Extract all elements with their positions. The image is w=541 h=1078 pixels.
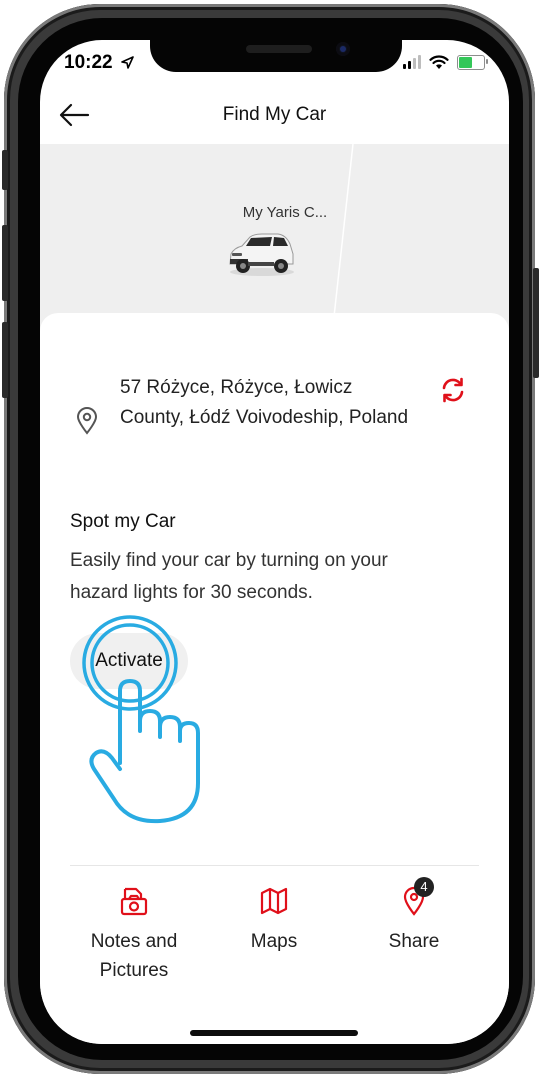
- refresh-location-button[interactable]: [438, 375, 468, 405]
- car-address: 57 Różyce, Różyce, Łowicz County, Łódź V…: [120, 377, 409, 428]
- notch: [150, 40, 402, 72]
- bottom-actions: Notes and Pictures Maps 4 Share: [40, 877, 509, 995]
- battery-charging-icon: [457, 54, 488, 70]
- car-name: My Yaris C...: [242, 204, 328, 221]
- maps-label: Maps: [250, 931, 298, 952]
- location-arrow-icon: [121, 56, 134, 69]
- spot-my-car-description: Easily find your car by turning on your …: [70, 550, 388, 603]
- activate-button[interactable]: Activate: [70, 633, 188, 689]
- silent-switch: [2, 150, 8, 190]
- share-label: Share: [388, 931, 440, 952]
- app-header: Find My Car: [40, 90, 509, 140]
- earpiece-speaker: [246, 45, 312, 53]
- cellular-signal-icon: [403, 55, 421, 69]
- share-icon-wrap: 4: [399, 877, 434, 917]
- map-icon: [260, 887, 288, 915]
- maps-button[interactable]: Maps: [204, 885, 344, 956]
- battery-level: [459, 56, 473, 68]
- share-button[interactable]: 4 Share: [344, 877, 484, 956]
- spot-my-car-title: Spot my Car: [70, 511, 176, 532]
- notes-pictures-icon: [120, 887, 148, 916]
- status-time-text: 10:22: [64, 52, 113, 73]
- power-button: [533, 268, 539, 378]
- car-image: [229, 233, 294, 276]
- status-bar-time: 10:22: [64, 52, 134, 74]
- status-bar-icons: [403, 52, 488, 72]
- notes-pictures-button[interactable]: Notes and Pictures: [64, 885, 204, 985]
- volume-up-button: [2, 225, 8, 301]
- notes-pictures-label: Notes and Pictures: [90, 931, 178, 981]
- wifi-icon: [429, 54, 449, 69]
- map-pin-icon: [76, 407, 98, 435]
- share-count-badge: 4: [414, 877, 434, 897]
- phone-screen: 10:22 Find My Car My Yaris C... 57 Różyc…: [40, 40, 509, 1044]
- home-indicator[interactable]: [190, 1030, 358, 1036]
- page-title: Find My Car: [222, 104, 327, 125]
- refresh-icon: [442, 377, 464, 403]
- volume-down-button: [2, 322, 8, 398]
- find-my-car-panel: 57 Różyce, Różyce, Łowicz County, Łódź V…: [40, 313, 509, 1044]
- front-camera-icon: [336, 42, 350, 56]
- section-divider: [70, 865, 479, 866]
